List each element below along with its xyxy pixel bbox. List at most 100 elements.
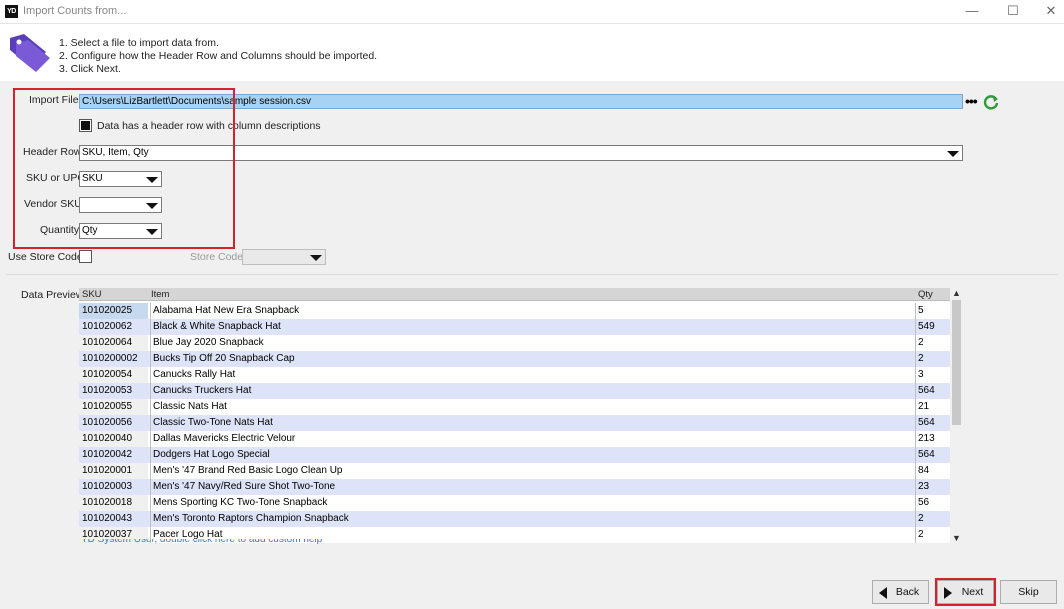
cell-sku: 101020025 — [79, 303, 148, 319]
sku-upc-select[interactable]: SKU — [79, 171, 162, 187]
grid-body: 101020025 Alabama Hat New Era Snapback 5 10… — [79, 303, 951, 543]
vendor-sku-select[interactable] — [79, 197, 162, 213]
scroll-up-icon[interactable]: ▲ — [950, 288, 963, 298]
header-row-label: Header Row — [23, 146, 82, 158]
instructions-panel: 1. Select a file to import data from. 2.… — [0, 24, 1064, 81]
cell-item: Canucks Truckers Hat — [150, 383, 916, 399]
cell-qty: 2 — [915, 351, 951, 367]
cell-sku: 1010200002 — [79, 351, 148, 367]
cell-sku: 101020055 — [79, 399, 148, 415]
vendor-sku-label: Vendor SKU — [24, 198, 82, 210]
cell-item: Blue Jay 2020 Snapback — [150, 335, 916, 351]
data-preview-label: Data Preview — [21, 289, 84, 301]
data-preview-grid[interactable]: SKU Item Qty 101020025 Alabama Hat New Er… — [79, 288, 963, 543]
cell-qty: 2 — [915, 335, 951, 351]
sku-upc-label: SKU or UPC — [26, 172, 85, 184]
cell-qty: 23 — [915, 479, 951, 495]
cell-qty: 5 — [915, 303, 951, 319]
vertical-scrollbar[interactable]: ▲ ▼ — [950, 288, 963, 543]
header-row-value: SKU, Item, Qty — [82, 147, 149, 158]
cell-item: Canucks Rally Hat — [150, 367, 916, 383]
back-label: Back — [895, 586, 920, 598]
table-row[interactable]: 1010200002 Bucks Tip Off 20 Snapback Cap 2 — [79, 351, 951, 367]
table-row[interactable]: 101020056 Classic Two-Tone Nats Hat 564 — [79, 415, 951, 431]
table-row[interactable]: 101020040 Dallas Mavericks Electric Velou… — [79, 431, 951, 447]
cell-qty: 2 — [915, 511, 951, 527]
header-row-checkbox[interactable] — [79, 119, 92, 132]
cell-item: Dallas Mavericks Electric Velour — [150, 431, 916, 447]
cell-item: Mens Sporting KC Two-Tone Snapback — [150, 495, 916, 511]
cell-item: Classic Two-Tone Nats Hat — [150, 415, 916, 431]
use-store-code-checkbox[interactable] — [79, 250, 92, 263]
cell-qty: 21 — [915, 399, 951, 415]
chevron-down-icon — [947, 151, 959, 157]
table-row[interactable]: 101020025 Alabama Hat New Era Snapback 5 — [79, 303, 951, 319]
cell-sku: 101020043 — [79, 511, 148, 527]
quantity-value: Qty — [82, 225, 98, 236]
chevron-down-icon — [146, 229, 158, 235]
cell-item: Dodgers Hat Logo Special — [150, 447, 916, 463]
table-row[interactable]: 101020043 Men's Toronto Raptors Champion … — [79, 511, 951, 527]
table-row[interactable]: 101020054 Canucks Rally Hat 3 — [79, 367, 951, 383]
cell-sku: 101020053 — [79, 383, 148, 399]
table-row[interactable]: 101020001 Men's '47 Brand Red Basic Logo … — [79, 463, 951, 479]
cell-item: Men's '47 Brand Red Basic Logo Clean Up — [150, 463, 916, 479]
cell-item: Bucks Tip Off 20 Snapback Cap — [150, 351, 916, 367]
table-row[interactable]: 101020064 Blue Jay 2020 Snapback 2 — [79, 335, 951, 351]
cell-qty: 84 — [915, 463, 951, 479]
cell-qty: 564 — [915, 415, 951, 431]
quantity-select[interactable]: Qty — [79, 223, 162, 239]
maximize-button[interactable]: ☐ — [1002, 3, 1024, 19]
cell-qty: 564 — [915, 447, 951, 463]
table-row[interactable]: 101020003 Men's '47 Navy/Red Sure Shot Tw… — [79, 479, 951, 495]
column-header-item[interactable]: Item — [151, 289, 169, 300]
column-header-sku[interactable]: SKU — [82, 289, 102, 300]
sku-upc-value: SKU — [82, 173, 103, 184]
cell-sku: 101020018 — [79, 495, 148, 511]
close-button[interactable]: ✕ — [1040, 3, 1062, 19]
skip-button[interactable]: Skip — [1000, 580, 1057, 604]
browse-button[interactable]: ••• — [965, 94, 978, 108]
custom-help-link[interactable]: YD System User, double click here to add… — [81, 539, 322, 547]
scrollbar-thumb[interactable] — [952, 300, 961, 425]
cell-qty: 549 — [915, 319, 951, 335]
import-file-input[interactable]: C:\Users\LizBartlett\Documents\sample se… — [79, 94, 963, 109]
cell-item: Men's Toronto Raptors Champion Snapback — [150, 511, 916, 527]
cell-sku: 101020056 — [79, 415, 148, 431]
window-title: Import Counts from... — [23, 5, 127, 17]
next-arrow-icon — [944, 587, 952, 599]
cell-qty: 564 — [915, 383, 951, 399]
table-row[interactable]: 101020018 Mens Sporting KC Two-Tone Snapb… — [79, 495, 951, 511]
instruction-step-1: 1. Select a file to import data from. — [59, 37, 219, 49]
next-label: Next — [961, 586, 984, 598]
table-row[interactable]: 101020053 Canucks Truckers Hat 564 — [79, 383, 951, 399]
header-row-select[interactable]: SKU, Item, Qty — [79, 145, 963, 161]
back-arrow-icon — [879, 587, 887, 599]
cell-sku: 101020040 — [79, 431, 148, 447]
cell-qty: 213 — [915, 431, 951, 447]
cell-qty: 2 — [915, 527, 951, 543]
skip-label: Skip — [1018, 586, 1039, 598]
cell-sku: 101020062 — [79, 319, 148, 335]
refresh-icon[interactable] — [983, 94, 999, 110]
cell-item: Classic Nats Hat — [150, 399, 916, 415]
price-tag-icon — [10, 34, 50, 72]
back-button[interactable]: Back — [872, 580, 929, 604]
table-row[interactable]: 101020055 Classic Nats Hat 21 — [79, 399, 951, 415]
chevron-down-icon — [310, 255, 322, 261]
chevron-down-icon — [146, 203, 158, 209]
table-row[interactable]: 101020062 Black & White Snapback Hat 549 — [79, 319, 951, 335]
next-button[interactable]: Next — [937, 580, 994, 604]
header-row-checkbox-label: Data has a header row with column descri… — [97, 120, 321, 132]
divider — [6, 274, 1058, 275]
store-code-select[interactable] — [242, 249, 326, 265]
column-header-qty[interactable]: Qty — [918, 289, 933, 300]
import-file-label: Import File — [29, 94, 79, 106]
scroll-down-icon[interactable]: ▼ — [950, 533, 963, 543]
chevron-down-icon — [146, 177, 158, 183]
minimize-button[interactable]: — — [961, 3, 983, 19]
cell-item: Men's '47 Navy/Red Sure Shot Two-Tone — [150, 479, 916, 495]
use-store-code-label: Use Store Code — [8, 251, 83, 263]
cell-qty: 3 — [915, 367, 951, 383]
table-row[interactable]: 101020042 Dodgers Hat Logo Special 564 — [79, 447, 951, 463]
